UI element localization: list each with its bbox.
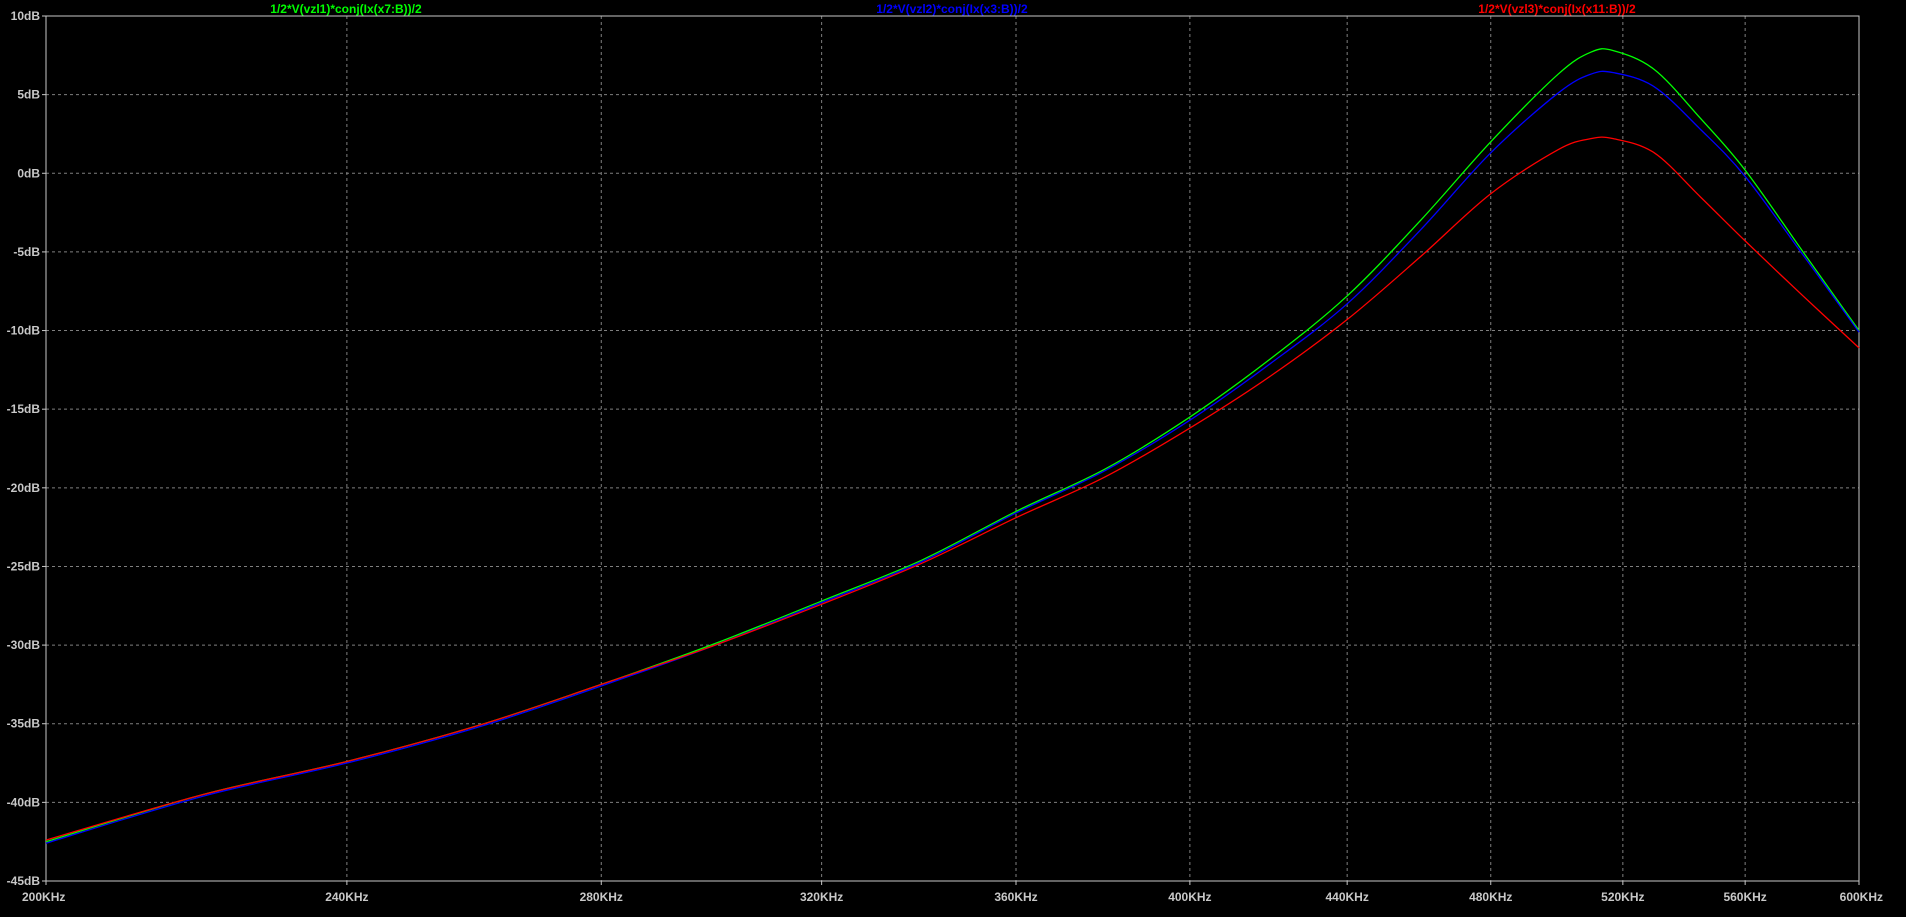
y-tick-label: -30dB	[7, 638, 41, 652]
y-tick-label: -5dB	[13, 245, 40, 259]
y-tick-label: -40dB	[7, 795, 41, 809]
legend-entry[interactable]: 1/2*V(vzl1)*conj(Ix(x7:B))/2	[270, 2, 422, 16]
y-tick-label: -10dB	[7, 324, 41, 338]
x-tick-label: 440KHz	[1325, 890, 1368, 904]
x-tick-label: 320KHz	[800, 890, 843, 904]
y-tick-label: -15dB	[7, 402, 41, 416]
x-tick-label: 400KHz	[1168, 890, 1211, 904]
y-tick-label: -25dB	[7, 559, 41, 573]
legend-entry[interactable]: 1/2*V(vzl3)*conj(Ix(x11:B))/2	[1478, 2, 1636, 16]
y-tick-label: -20dB	[7, 481, 41, 495]
x-tick-label: 240KHz	[325, 890, 368, 904]
x-tick-label: 480KHz	[1469, 890, 1512, 904]
x-tick-label: 520KHz	[1601, 890, 1644, 904]
x-tick-label: 200KHz	[22, 890, 65, 904]
y-tick-label: 10dB	[11, 9, 41, 23]
y-tick-label: -45dB	[7, 874, 41, 888]
x-tick-label: 360KHz	[994, 890, 1037, 904]
x-tick-label: 600KHz	[1840, 890, 1883, 904]
y-tick-label: 0dB	[17, 166, 40, 180]
x-tick-label: 280KHz	[580, 890, 623, 904]
x-tick-label: 560KHz	[1723, 890, 1766, 904]
y-tick-label: 5dB	[17, 88, 40, 102]
legend-entry[interactable]: 1/2*V(vzl2)*conj(Ix(x3:B))/2	[876, 2, 1028, 16]
plot-window: 1/2*V(vzl1)*conj(Ix(x7:B))/2 1/2*V(vzl2)*…	[0, 0, 1906, 912]
y-tick-label: -35dB	[7, 717, 41, 731]
line-chart[interactable]: 1/2*V(vzl1)*conj(Ix(x7:B))/2 1/2*V(vzl2)*…	[0, 0, 1906, 912]
